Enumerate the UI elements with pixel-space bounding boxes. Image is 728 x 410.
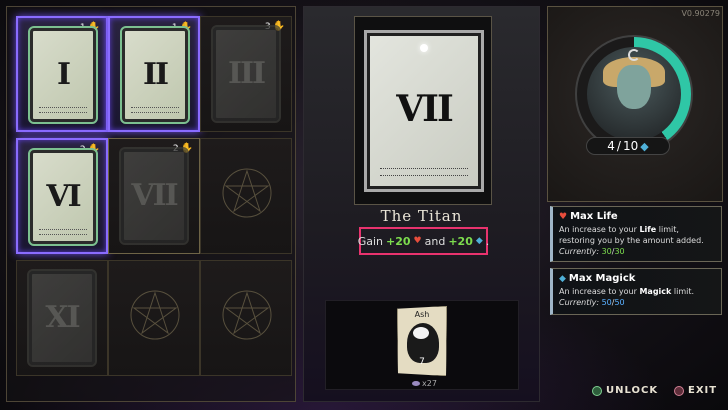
controller-button-icon bbox=[674, 385, 684, 396]
desc-text: Gain bbox=[357, 234, 384, 248]
card-title: The Titan bbox=[380, 207, 463, 225]
arcana-card-grid: 1✋ I 1✋ II 3✋ III 2✋ VI 2✋ VII ✋ XI bbox=[6, 6, 296, 402]
card-numeral: II bbox=[142, 57, 169, 92]
card-runes bbox=[39, 107, 87, 113]
magick-counter: 4/10 ◆ bbox=[586, 137, 670, 155]
magick-max: 10 bbox=[622, 139, 639, 153]
face bbox=[617, 65, 651, 109]
ash-resource-card: Ash 7 bbox=[397, 306, 447, 376]
character-panel: V0.90279 4/10 ◆ ♥ Max Life An increase to … bbox=[547, 6, 723, 402]
card-slot-1[interactable]: 1✋ I bbox=[16, 16, 108, 132]
resource-owned: x27 bbox=[412, 379, 437, 388]
card-detail-panel: VII The Titan Gain +20 ♥ and +20 ◆. Ash 7 … bbox=[303, 6, 540, 402]
pentagram-icon bbox=[222, 290, 272, 340]
controller-button-icon bbox=[592, 385, 602, 396]
arcana-card: III bbox=[211, 25, 281, 123]
selected-card-numeral: VII bbox=[396, 88, 454, 130]
resource-name: Ash bbox=[414, 310, 430, 319]
unlock-label: UNLOCK bbox=[606, 385, 659, 396]
magick-current: 4 bbox=[607, 139, 615, 153]
card-numeral: VII bbox=[131, 178, 178, 213]
resource-cost: 7 bbox=[419, 357, 425, 367]
unlock-button[interactable]: UNLOCK bbox=[592, 385, 658, 396]
heart-icon: ♥ bbox=[413, 236, 422, 246]
resource-cost-box: Ash 7 x27 bbox=[325, 300, 519, 390]
card-numeral: III bbox=[227, 56, 266, 91]
card-numeral: I bbox=[56, 57, 71, 92]
pentagram-icon bbox=[222, 168, 272, 218]
card-runes bbox=[39, 229, 87, 235]
magick-bonus: +20 bbox=[448, 234, 473, 248]
selected-card-frame: VII bbox=[354, 16, 492, 205]
life-bonus: +20 bbox=[386, 234, 411, 248]
pentagram-icon bbox=[130, 290, 180, 340]
ash-small-icon bbox=[412, 381, 420, 386]
card-slot-3[interactable]: 3✋ III bbox=[200, 16, 292, 132]
card-runes bbox=[131, 107, 179, 113]
exit-label: EXIT bbox=[688, 385, 718, 396]
card-slot-9[interactable] bbox=[200, 260, 292, 376]
card-runes bbox=[380, 168, 468, 176]
desc-text: and bbox=[424, 234, 446, 248]
desc-text: . bbox=[485, 234, 490, 248]
exit-button[interactable]: EXIT bbox=[674, 385, 717, 396]
card-slot-4[interactable]: 2✋ VI bbox=[16, 138, 108, 254]
drop-icon: ◆ bbox=[559, 273, 566, 284]
owned-count: x27 bbox=[422, 379, 437, 388]
gem-icon bbox=[420, 44, 428, 52]
magick-ring bbox=[575, 35, 693, 153]
card-numeral: XI bbox=[45, 300, 80, 335]
character-portrait bbox=[587, 47, 681, 141]
card-slot-7[interactable]: ✋ XI bbox=[16, 260, 108, 376]
selected-card: VII bbox=[364, 30, 484, 192]
arcana-card: I bbox=[28, 26, 98, 124]
arcana-card: II bbox=[120, 26, 190, 124]
card-slot-6[interactable] bbox=[200, 138, 292, 254]
card-slot-5[interactable]: 2✋ VII bbox=[108, 138, 200, 254]
boon-description: An increase to your Magick limit. Current… bbox=[559, 287, 695, 307]
boon-max-magick: ◆ Max Magick An increase to your Magick l… bbox=[550, 268, 722, 315]
boon-max-life: ♥ Max Life An increase to your Life limit… bbox=[550, 206, 722, 262]
card-numeral: VI bbox=[46, 179, 81, 214]
drop-icon: ◆ bbox=[475, 236, 483, 246]
arcana-card: VII bbox=[119, 147, 189, 245]
drop-icon: ◆ bbox=[640, 139, 649, 153]
heart-icon: ♥ bbox=[559, 211, 568, 222]
boon-description: An increase to your Life limit, restorin… bbox=[559, 225, 704, 256]
arcana-card: VI bbox=[28, 148, 98, 246]
version-label: V0.90279 bbox=[681, 9, 720, 18]
arcana-card: XI bbox=[27, 269, 97, 367]
magick-sep: / bbox=[616, 139, 621, 153]
portrait-panel: V0.90279 4/10 ◆ bbox=[547, 6, 723, 202]
card-slot-8[interactable] bbox=[108, 260, 200, 376]
card-slot-2[interactable]: 1✋ II bbox=[108, 16, 200, 132]
boon-title: Max Magick bbox=[568, 273, 636, 284]
card-description: Gain +20 ♥ and +20 ◆. bbox=[357, 227, 490, 255]
moon-crown-icon bbox=[628, 49, 640, 61]
boon-title: Max Life bbox=[570, 211, 618, 222]
